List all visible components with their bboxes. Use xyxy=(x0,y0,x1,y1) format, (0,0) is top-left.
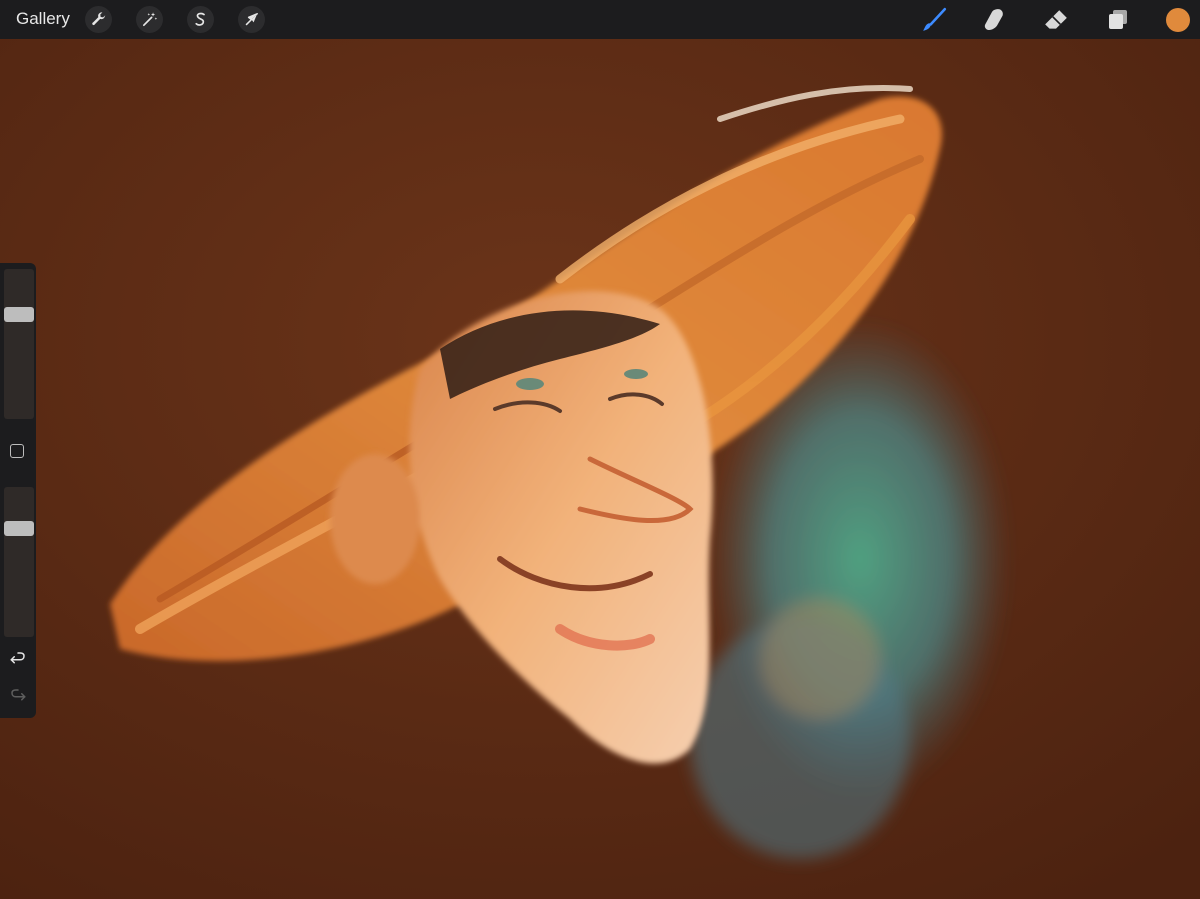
layers-icon xyxy=(1108,9,1127,29)
gallery-button[interactable]: Gallery xyxy=(16,9,70,29)
selection-s-icon xyxy=(195,12,205,26)
square-modifier-icon[interactable] xyxy=(10,444,24,458)
layers-button[interactable] xyxy=(1103,5,1132,34)
brush-size-slider[interactable] xyxy=(4,269,34,419)
brush-tool-button[interactable] xyxy=(919,5,948,34)
selection-button[interactable] xyxy=(187,6,214,33)
painting-canvas[interactable] xyxy=(0,39,1200,899)
brush-icon xyxy=(922,7,946,31)
opacity-slider[interactable] xyxy=(4,487,34,637)
undo-button[interactable] xyxy=(8,649,28,669)
eraser-tool-button[interactable] xyxy=(1041,5,1070,34)
opacity-thumb[interactable] xyxy=(4,520,34,536)
magic-wand-icon xyxy=(142,12,158,27)
transform-button[interactable] xyxy=(238,6,265,33)
smudge-finger-icon xyxy=(984,8,1003,30)
eraser-icon xyxy=(1044,9,1067,29)
wrench-icon xyxy=(92,12,106,26)
brush-size-thumb[interactable] xyxy=(4,306,34,322)
arrow-cursor-icon xyxy=(245,13,258,26)
smudge-tool-button[interactable] xyxy=(980,5,1009,34)
redo-icon xyxy=(11,689,26,701)
undo-icon xyxy=(10,652,25,664)
actions-button[interactable] xyxy=(85,6,112,33)
redo-button[interactable] xyxy=(8,686,28,706)
top-toolbar: Gallery xyxy=(0,0,1200,39)
adjustments-button[interactable] xyxy=(136,6,163,33)
left-sidebar xyxy=(0,263,36,718)
current-color-button[interactable] xyxy=(1166,8,1190,32)
